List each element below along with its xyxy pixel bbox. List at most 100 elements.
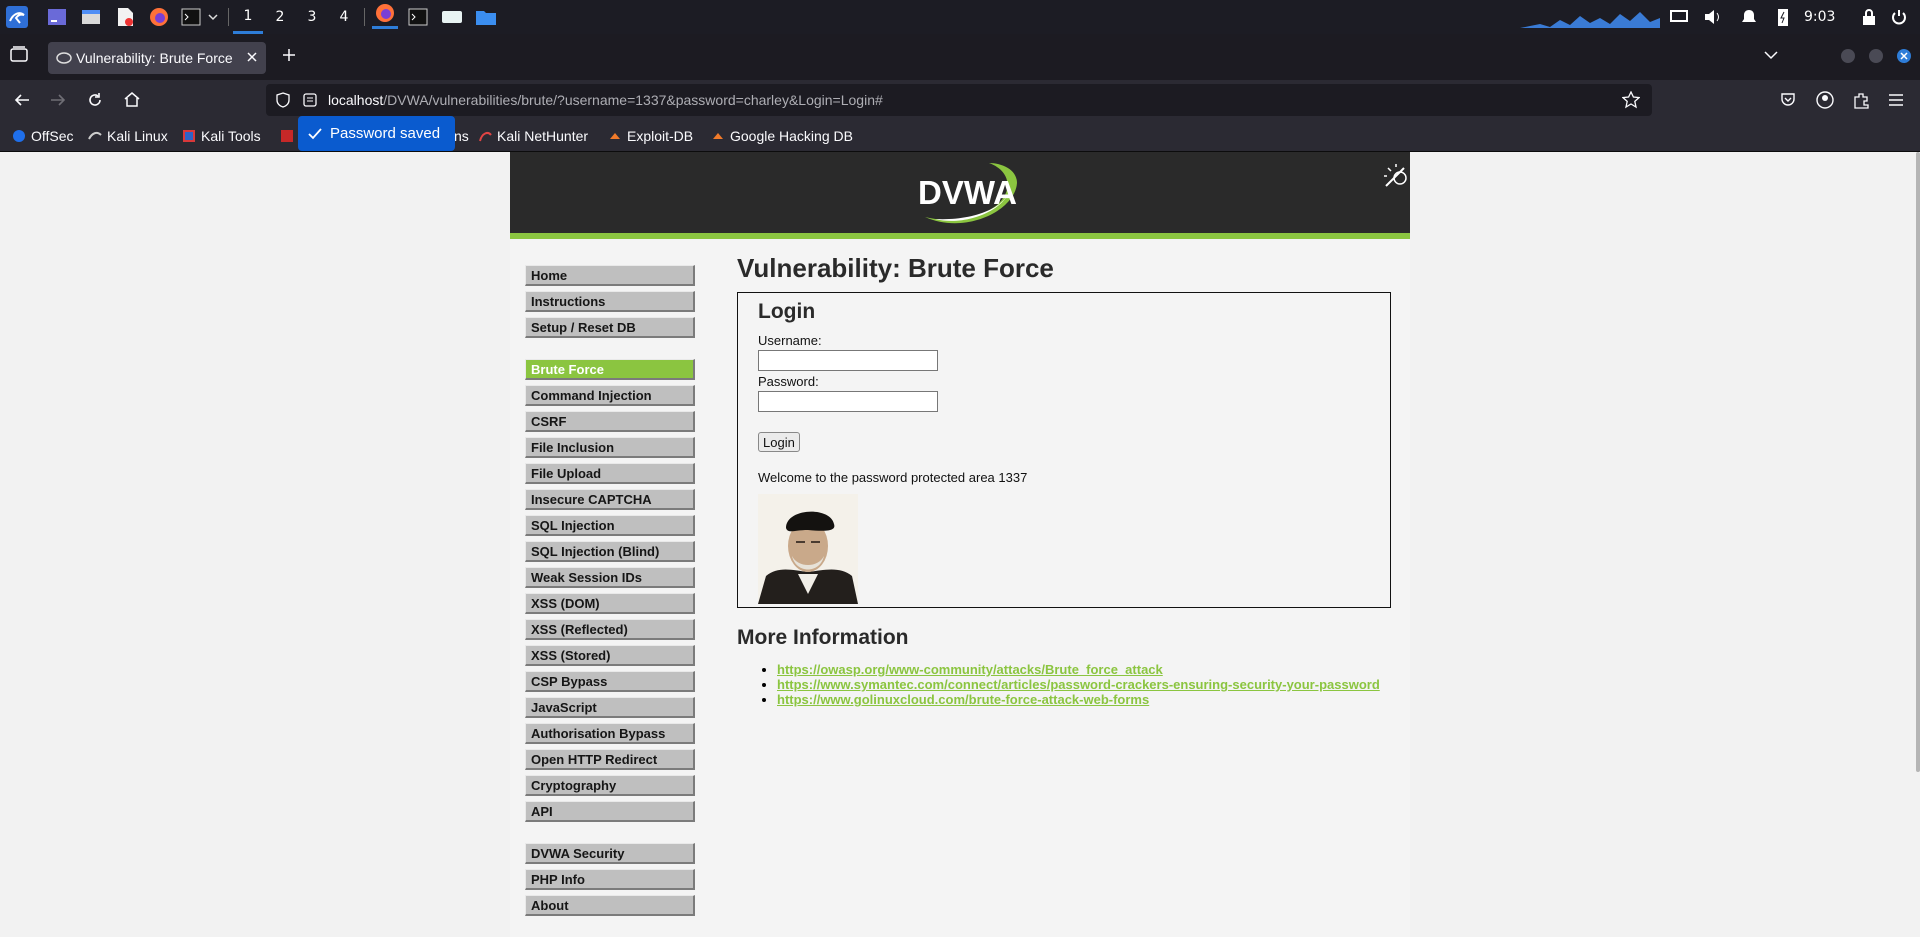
text-editor-icon[interactable] — [114, 5, 136, 29]
kali-menu-icon[interactable] — [4, 5, 30, 29]
cpu-graph-icon — [1520, 5, 1660, 29]
volume-icon[interactable] — [1702, 5, 1724, 29]
menu-xss-stored[interactable]: XSS (Stored) — [525, 645, 695, 666]
menu-api[interactable]: API — [525, 801, 695, 822]
window-icon[interactable] — [440, 5, 464, 29]
list-item: https://owasp.org/www-community/attacks/… — [777, 662, 1397, 677]
menu-csp-bypass[interactable]: CSP Bypass — [525, 671, 695, 692]
vertical-scrollbar[interactable] — [1916, 152, 1920, 772]
bookmark-kali-linux[interactable]: Kali Linux — [88, 128, 168, 144]
kali-tools-icon — [182, 129, 196, 143]
minimize-window-button[interactable] — [1841, 49, 1855, 63]
workspace-3[interactable]: 3 — [297, 0, 327, 34]
login-button[interactable]: Login — [758, 432, 800, 452]
menu-sql-injection[interactable]: SQL Injection — [525, 515, 695, 536]
bookmark-offsec[interactable]: OffSec — [12, 128, 74, 144]
golinuxcloud-link[interactable]: https://www.golinuxcloud.com/brute-force… — [777, 692, 1149, 707]
firefox-launcher-icon[interactable] — [148, 5, 170, 29]
bookmark-kali-tools[interactable]: Kali Tools — [182, 128, 261, 144]
page-info-icon[interactable] — [302, 92, 318, 108]
menu-cryptography[interactable]: Cryptography — [525, 775, 695, 796]
dvwa-logo: DVWA — [905, 161, 1025, 227]
workspace-1[interactable]: 1 — [233, 0, 263, 34]
power-icon[interactable] — [1888, 5, 1910, 29]
bookmark-exploit-db[interactable]: Exploit-DB — [608, 128, 693, 144]
terminal-launcher-icon[interactable] — [180, 5, 202, 29]
bookmark-kali-forums[interactable]: ns — [454, 128, 469, 144]
close-tab-icon[interactable] — [246, 51, 258, 63]
password-input[interactable] — [758, 391, 938, 412]
tab-overview-icon[interactable] — [10, 46, 28, 62]
menu-sql-injection-blind[interactable]: SQL Injection (Blind) — [525, 541, 695, 562]
owasp-link[interactable]: https://owasp.org/www-community/attacks/… — [777, 662, 1163, 677]
clock[interactable]: 9:03 — [1804, 0, 1842, 34]
shield-icon[interactable] — [276, 92, 290, 108]
navigation-toolbar: localhost/DVWA/vulnerabilities/brute/?us… — [0, 80, 1920, 120]
nethunter-icon — [478, 129, 492, 143]
menu-instructions[interactable]: Instructions — [525, 291, 695, 312]
menu-file-inclusion[interactable]: File Inclusion — [525, 437, 695, 458]
back-arrow-icon[interactable] — [14, 92, 30, 108]
bookmark-kali-nethunter[interactable]: Kali NetHunter — [478, 128, 588, 144]
menu-about[interactable]: About — [525, 895, 695, 916]
show-desktop-icon[interactable] — [46, 5, 68, 29]
workspace-4[interactable]: 4 — [329, 0, 359, 34]
menu-dvwa-security[interactable]: DVWA Security — [525, 843, 695, 864]
menu-command-injection[interactable]: Command Injection — [525, 385, 695, 406]
tab-list-chevron-icon[interactable] — [1764, 50, 1778, 60]
account-icon[interactable] — [1816, 91, 1834, 109]
page-viewport: DVWA Home Instructions Setup / Reset DB … — [0, 152, 1920, 937]
menu-php-info[interactable]: PHP Info — [525, 869, 695, 890]
tab-brute-force[interactable]: Vulnerability: Brute Force — [48, 42, 266, 74]
menu-file-upload[interactable]: File Upload — [525, 463, 695, 484]
menu-open-http-redirect[interactable]: Open HTTP Redirect — [525, 749, 695, 770]
forward-arrow-icon[interactable] — [50, 92, 66, 108]
close-window-button[interactable] — [1897, 49, 1911, 63]
home-icon[interactable] — [123, 91, 141, 108]
theme-toggle-icon[interactable] — [1382, 162, 1410, 190]
menu-javascript[interactable]: JavaScript — [525, 697, 695, 718]
username-input[interactable] — [758, 350, 938, 371]
dvwa-favicon-icon — [56, 50, 72, 66]
symantec-link[interactable]: https://www.symantec.com/connect/article… — [777, 677, 1380, 692]
bookmark-star-icon[interactable] — [1622, 91, 1640, 109]
notification-text: Password saved — [330, 125, 441, 142]
offsec-icon — [12, 129, 26, 143]
folder-window-icon[interactable] — [474, 5, 498, 29]
new-tab-icon[interactable] — [282, 48, 296, 62]
firefox-window-icon[interactable] — [372, 0, 398, 29]
menu-xss-dom[interactable]: XSS (DOM) — [525, 593, 695, 614]
file-manager-icon[interactable] — [80, 5, 102, 29]
reload-icon[interactable] — [87, 92, 103, 108]
url-text[interactable]: localhost/DVWA/vulnerabilities/brute/?us… — [328, 92, 883, 108]
menu-brute-force[interactable]: Brute Force — [525, 359, 695, 380]
menu-weak-session-ids[interactable]: Weak Session IDs — [525, 567, 695, 588]
menu-xss-reflected[interactable]: XSS (Reflected) — [525, 619, 695, 640]
maximize-window-button[interactable] — [1869, 49, 1883, 63]
menu-home[interactable]: Home — [525, 265, 695, 286]
hamburger-menu-icon[interactable] — [1888, 93, 1904, 107]
username-label: Username: — [758, 333, 822, 348]
password-label: Password: — [758, 374, 819, 389]
taskbar: 1 2 3 4 9:03 — [0, 0, 1920, 34]
workspace-2[interactable]: 2 — [265, 0, 295, 34]
menu-insecure-captcha[interactable]: Insecure CAPTCHA — [525, 489, 695, 510]
pocket-icon[interactable] — [1780, 92, 1796, 108]
login-box: Login Username: Password: Login Welcome … — [737, 292, 1391, 608]
welcome-message: Welcome to the password protected area 1… — [758, 470, 1028, 485]
menu-csrf[interactable]: CSRF — [525, 411, 695, 432]
lock-icon[interactable] — [1858, 5, 1880, 29]
notifications-icon[interactable] — [1738, 5, 1760, 29]
bookmark-kali-docs[interactable] — [280, 128, 299, 144]
terminal-window-icon[interactable] — [406, 5, 430, 29]
bookmark-google-hacking-db[interactable]: Google Hacking DB — [711, 128, 853, 144]
main-body: Vulnerability: Brute Force Login Usernam… — [737, 252, 1397, 707]
user-avatar-image — [758, 494, 858, 604]
url-bar[interactable]: localhost/DVWA/vulnerabilities/brute/?us… — [266, 84, 1652, 116]
extensions-icon[interactable] — [1852, 91, 1870, 109]
menu-setup-reset-db[interactable]: Setup / Reset DB — [525, 317, 695, 338]
menu-authorisation-bypass[interactable]: Authorisation Bypass — [525, 723, 695, 744]
display-icon[interactable] — [1668, 5, 1690, 29]
exploit-db-icon — [608, 129, 622, 143]
chevron-down-icon[interactable] — [206, 5, 220, 29]
